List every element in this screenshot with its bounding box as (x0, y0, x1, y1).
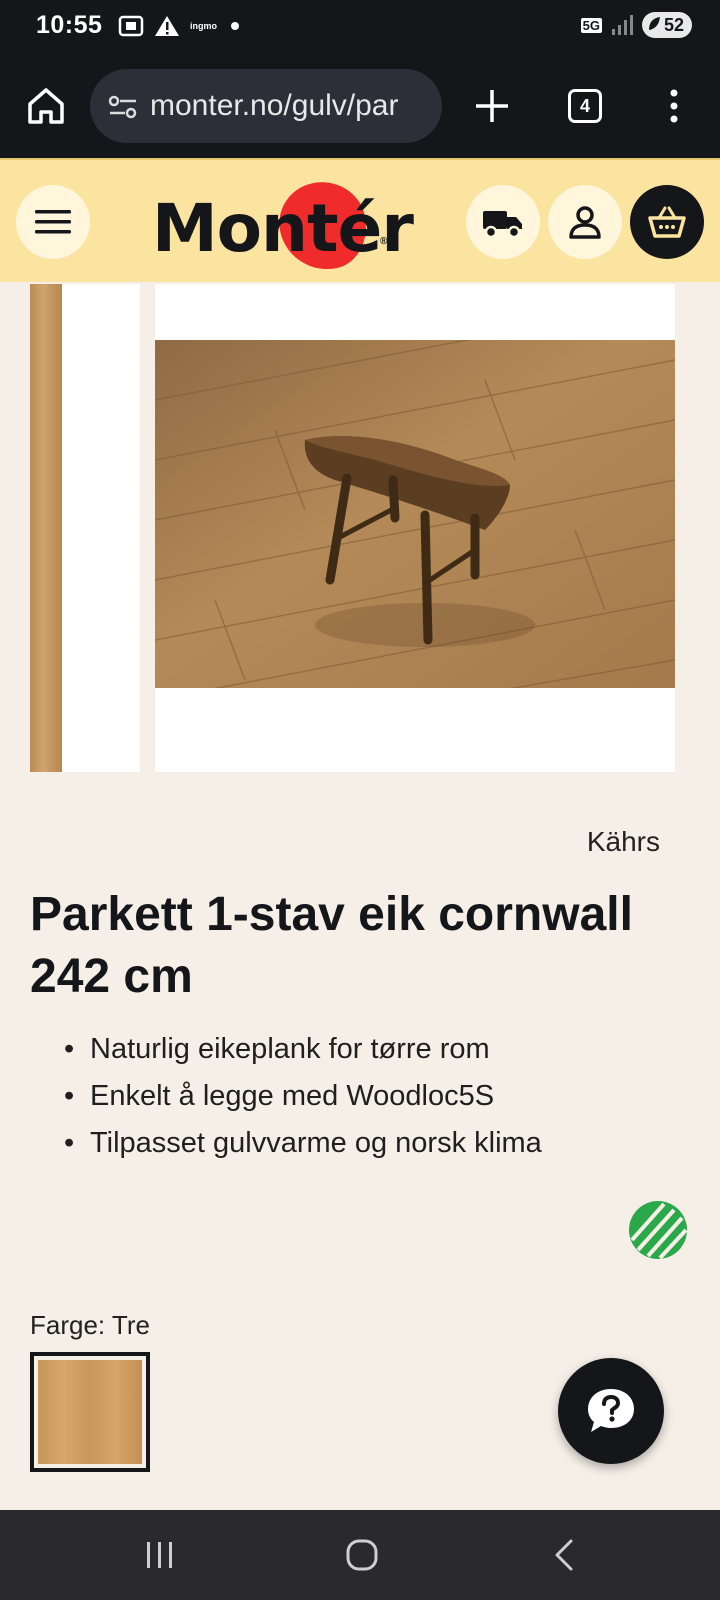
basket-icon (648, 206, 686, 238)
tab-switcher-button[interactable]: 4 (568, 89, 602, 123)
recent-apps-icon (147, 1542, 172, 1568)
home-icon[interactable] (22, 82, 70, 130)
image-thumbnail-strip[interactable] (30, 284, 140, 772)
cart-button[interactable] (630, 185, 704, 259)
site-logo[interactable]: Montér ® (152, 174, 414, 278)
registered-mark: ® (380, 236, 388, 247)
question-bubble-icon (588, 1389, 634, 1432)
recent-apps-button[interactable] (130, 1530, 190, 1580)
home-circle-icon (346, 1539, 378, 1571)
battery-indicator: 52 (641, 12, 692, 38)
color-swatch-tre[interactable] (30, 1352, 150, 1472)
site-header: Montér ® (0, 158, 720, 282)
floor-with-stool-image (155, 340, 675, 688)
logo-text: Montér (152, 190, 414, 267)
account-button[interactable] (548, 185, 622, 259)
nordic-swan-ecolabel-icon (629, 1201, 688, 1260)
site-settings-icon[interactable] (108, 93, 138, 121)
system-navigation-bar (0, 1510, 720, 1600)
url-text: monter.no/gulv/par (150, 89, 399, 122)
battery-level: 52 (663, 15, 684, 35)
browser-toolbar: monter.no/gulv/par 4 (0, 54, 720, 158)
feature-item: Naturlig eikeplank for tørre rom (64, 1026, 542, 1073)
truck-icon (483, 211, 522, 239)
product-brand[interactable]: Kährs (587, 826, 660, 858)
address-bar[interactable]: monter.no/gulv/par (90, 69, 442, 143)
signal-icon (611, 15, 633, 35)
help-chat-button[interactable] (558, 1358, 664, 1464)
product-main-image[interactable] (155, 340, 675, 688)
screenshot-icon (118, 15, 144, 37)
product-features-list: Naturlig eikeplank for tørre rom Enkelt … (64, 1026, 542, 1167)
feature-item: Enkelt å legge med Woodloc5S (64, 1073, 542, 1120)
battery-saver-icon (648, 17, 660, 30)
thumbnail-wood-plank[interactable] (30, 284, 62, 772)
color-label: Farge: Tre (30, 1310, 150, 1340)
product-title: Parkett 1-stav eik cornwall 242 cm (30, 888, 633, 1003)
back-chevron-icon (555, 1539, 573, 1571)
product-image-card[interactable] (155, 284, 675, 772)
dot-icon (231, 22, 239, 30)
warning-icon (155, 16, 179, 36)
hamburger-icon (35, 210, 71, 234)
status-notification-icons: ingmo (118, 14, 243, 38)
delivery-button[interactable] (466, 185, 540, 259)
more-options-icon[interactable] (662, 84, 686, 128)
feature-item: Tilpasset gulvvarme og norsk klima (64, 1120, 542, 1167)
status-time: 10:55 (36, 11, 103, 39)
home-nav-button[interactable] (332, 1530, 392, 1580)
menu-button[interactable] (16, 185, 90, 259)
status-app-label: ingmo (190, 21, 217, 31)
user-icon (569, 206, 601, 239)
back-button[interactable] (534, 1530, 594, 1580)
network-type-icon: 5G (580, 17, 602, 33)
swatch-wood-texture (38, 1360, 142, 1464)
status-bar: 10:55 ingmo 5G 52 (0, 0, 720, 54)
status-system-icons: 5G 52 (580, 12, 692, 38)
new-tab-icon[interactable] (470, 84, 514, 128)
